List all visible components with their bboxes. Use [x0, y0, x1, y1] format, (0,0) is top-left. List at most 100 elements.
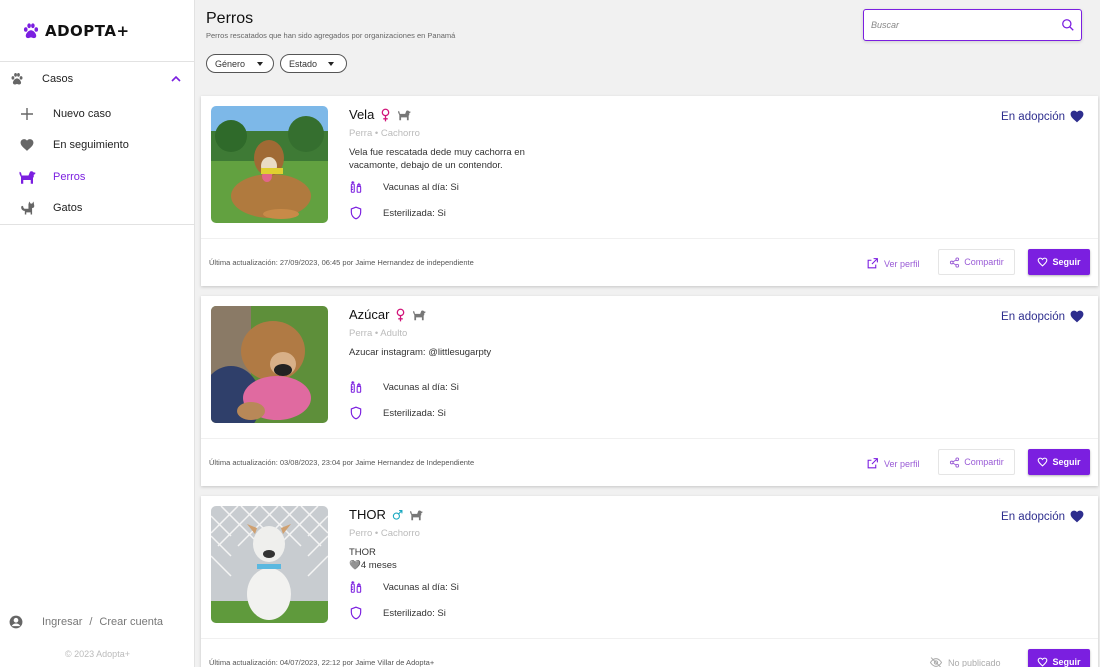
caret-down-icon — [257, 62, 263, 66]
pet-name: THOR — [349, 507, 386, 522]
filter-label: Género — [215, 59, 246, 69]
sterilized-text: Esterilizada: Si — [383, 407, 446, 419]
unpublished-text: No publicado — [948, 657, 1001, 667]
follow-button[interactable]: Seguir — [1028, 249, 1090, 275]
heart-icon — [1070, 110, 1084, 123]
register-link[interactable]: Crear cuenta — [99, 616, 163, 628]
sidebar-item-label: En seguimiento — [53, 139, 129, 151]
login-link[interactable]: Ingresar — [42, 616, 82, 628]
name-row: Azúcar — [349, 307, 426, 322]
sidebar-section-casos[interactable]: Casos — [0, 66, 195, 94]
last-updated: Última actualización: 04/07/2023, 22:12 … — [209, 658, 435, 667]
logo-text: ADOPTA+ — [45, 22, 130, 40]
syringe-icon — [349, 580, 363, 594]
shield-icon — [349, 206, 363, 220]
sidebar-item-perros[interactable]: Perros — [0, 163, 195, 191]
status-text: En adopción — [1001, 510, 1065, 523]
sidebar-item-en-seguimiento[interactable]: En seguimiento — [0, 131, 195, 159]
sterilized-info: Esterilizada: Si — [349, 406, 446, 420]
description-line: Azucar instagram: @littlesugarpty — [349, 347, 492, 358]
paw-logo-icon — [22, 22, 40, 40]
description-line: Vela fue rescatada dede muy cachorra en — [349, 147, 525, 158]
heart-outline-icon — [1037, 657, 1048, 667]
view-profile-button[interactable]: Ver perfil — [866, 457, 920, 470]
share-button[interactable]: Compartir — [938, 449, 1015, 475]
sidebar-item-label: Gatos — [53, 202, 83, 214]
case-card: THOR Perro • Cachorro THOR 🩶4 meses Vacu… — [201, 496, 1098, 667]
heart-icon — [1070, 310, 1084, 323]
link-separator: / — [89, 616, 93, 628]
description-line: vacamonte, debajo de un contendor. — [349, 159, 503, 171]
filter-genero[interactable]: Género — [206, 54, 274, 73]
sidebar-item-gatos[interactable]: Gatos — [0, 194, 195, 222]
description-line: 🩶4 meses — [349, 559, 397, 571]
share-label: Compartir — [964, 457, 1004, 467]
status-badge: En adopción — [1001, 110, 1084, 123]
filter-estado[interactable]: Estado — [280, 54, 347, 73]
pet-description: THOR 🩶4 meses — [349, 547, 569, 572]
pet-name: Vela — [349, 107, 375, 122]
follow-button[interactable]: Seguir — [1028, 649, 1090, 667]
pet-subtitle: Perra • Cachorro — [349, 128, 420, 139]
status-text: En adopción — [1001, 310, 1065, 323]
chevron-up-icon — [171, 75, 181, 82]
search-box — [863, 9, 1082, 41]
vaccine-info: Vacunas al día: Si — [349, 580, 459, 594]
heart-icon — [18, 137, 36, 153]
vaccine-text: Vacunas al día: Si — [383, 181, 459, 193]
caret-down-icon — [328, 62, 334, 66]
card-divider — [201, 238, 1098, 239]
card-divider — [201, 438, 1098, 439]
page-subtitle: Perros rescatados que han sido agregados… — [206, 31, 456, 40]
sidebar-divider — [0, 61, 195, 62]
filter-label: Estado — [289, 59, 318, 69]
sidebar-divider — [0, 224, 195, 225]
view-profile-button[interactable]: Ver perfil — [866, 257, 920, 270]
sterilized-info: Esterilizado: Si — [349, 606, 446, 620]
plus-icon — [21, 108, 33, 120]
vaccine-text: Vacunas al día: Si — [383, 581, 459, 593]
vaccine-text: Vacunas al día: Si — [383, 381, 459, 393]
dog-icon — [18, 169, 36, 185]
male-icon — [392, 508, 403, 522]
unpublished-indicator: No publicado — [929, 657, 1001, 667]
dog-photo[interactable] — [211, 506, 328, 623]
status-badge: En adopción — [1001, 510, 1084, 523]
share-button[interactable]: Compartir — [938, 249, 1015, 275]
pet-description: Vela fue rescatada dede muy cachorra en … — [349, 147, 569, 172]
follow-label: Seguir — [1052, 657, 1081, 667]
vaccine-info: Vacunas al día: Si — [349, 380, 459, 394]
eye-off-icon — [929, 657, 943, 667]
external-link-icon — [866, 457, 879, 470]
dog-photo[interactable] — [211, 106, 328, 223]
search-icon[interactable] — [1061, 18, 1075, 32]
sidebar-item-nuevo-caso[interactable]: Nuevo caso — [0, 100, 195, 128]
pet-name: Azúcar — [349, 307, 390, 322]
shield-icon — [349, 406, 363, 420]
card-divider — [201, 638, 1098, 639]
status-text: En adopción — [1001, 110, 1065, 123]
follow-label: Seguir — [1052, 257, 1081, 267]
name-row: THOR — [349, 507, 423, 522]
syringe-icon — [349, 380, 363, 394]
heart-icon — [1070, 510, 1084, 523]
female-icon — [395, 308, 406, 322]
copyright: © 2023 Adopta+ — [65, 649, 130, 659]
sterilized-text: Esterilizada: Si — [383, 207, 446, 219]
sidebar: ADOPTA+ Casos Nuevo caso En seguimiento … — [0, 0, 195, 667]
cat-icon — [18, 200, 36, 216]
follow-button[interactable]: Seguir — [1028, 449, 1090, 475]
heart-outline-icon — [1037, 257, 1048, 267]
dog-photo[interactable] — [211, 306, 328, 423]
user-circle-icon — [9, 615, 23, 629]
last-updated: Última actualización: 27/09/2023, 06:45 … — [209, 258, 474, 267]
sidebar-item-label: Nuevo caso — [53, 108, 112, 120]
description-line: THOR — [349, 547, 376, 558]
logo[interactable]: ADOPTA+ — [22, 22, 130, 40]
status-badge: En adopción — [1001, 310, 1084, 323]
female-icon — [380, 108, 391, 122]
search-input[interactable] — [871, 17, 1051, 33]
sidebar-section-label: Casos — [42, 73, 74, 85]
heart-outline-icon — [1037, 457, 1048, 467]
case-card: Vela Perra • Cachorro Vela fue rescatada… — [201, 96, 1098, 286]
